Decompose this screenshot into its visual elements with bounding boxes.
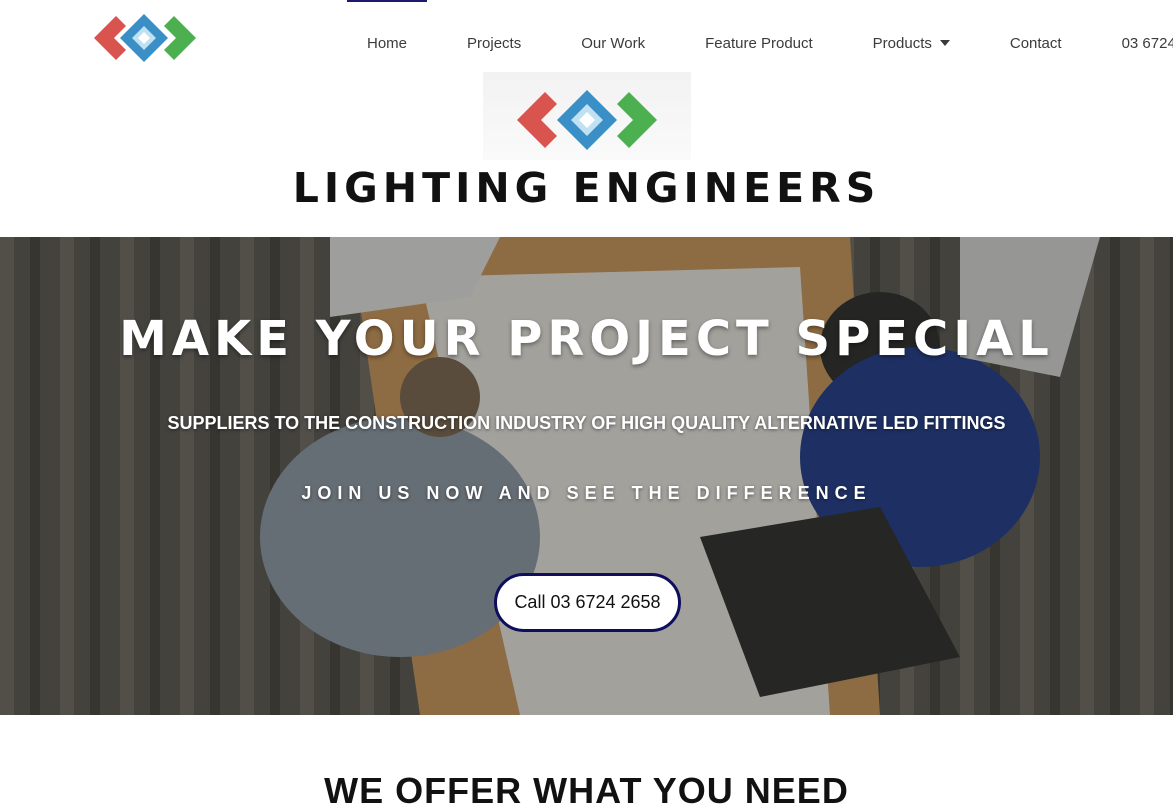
main-nav: Home Projects Our Work Feature Product P… <box>347 30 1173 56</box>
hero-title: MAKE YOUR PROJECT SPECIAL <box>119 311 1054 367</box>
call-button[interactable]: Call 03 6724 2658 <box>494 573 681 632</box>
nav-item-contact[interactable]: Contact <box>990 35 1062 52</box>
nav-item-projects[interactable]: Projects <box>447 35 521 52</box>
hero-tagline: JOIN US NOW AND SEE THE DIFFERENCE <box>301 483 872 503</box>
section-title: WE OFFER WHAT YOU NEED <box>324 770 849 804</box>
hero-banner: MAKE YOUR PROJECT SPECIAL SUPPLIERS TO T… <box>0 237 1173 715</box>
nav-item-phone[interactable]: 03 6724 2658 <box>1102 35 1173 52</box>
nav-item-our-work[interactable]: Our Work <box>561 35 645 52</box>
nav-item-home[interactable]: Home <box>347 35 407 52</box>
nav-item-feature-product[interactable]: Feature Product <box>685 35 813 52</box>
active-nav-indicator <box>347 0 427 2</box>
brand-title: LIGHTING ENGINEERS <box>292 164 881 212</box>
brand-logo-panel <box>483 72 691 160</box>
nav-item-products[interactable]: Products <box>853 35 950 52</box>
diamond-logo-icon <box>517 90 657 150</box>
caret-down-icon <box>939 40 950 46</box>
hero-subtitle: SUPPLIERS TO THE CONSTRUCTION INDUSTRY O… <box>167 413 1006 433</box>
site-logo-icon[interactable] <box>86 6 202 70</box>
hero-overlay <box>0 237 1173 715</box>
site-header: Home Projects Our Work Feature Product P… <box>0 0 1173 80</box>
nav-item-products-label: Products <box>872 34 932 52</box>
